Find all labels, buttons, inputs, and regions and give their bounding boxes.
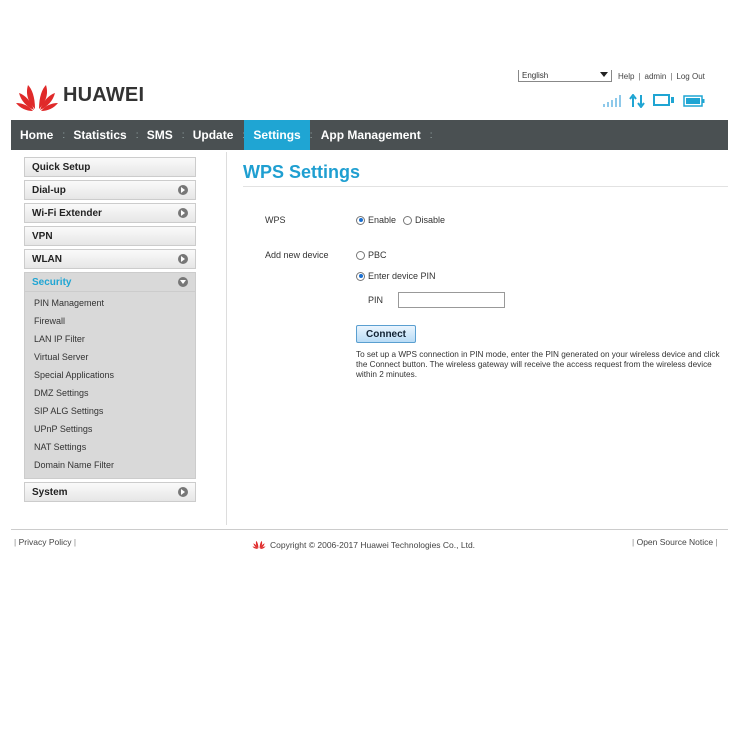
wps-disable-label: Disable [415, 215, 446, 225]
header-links: Help | admin | Log Out [618, 72, 705, 82]
sidebar-item-security[interactable]: Security [24, 272, 196, 292]
submenu-lan-ip-filter[interactable]: LAN IP Filter [25, 330, 195, 348]
nav-app-management[interactable]: App Management [312, 120, 430, 150]
submenu-nat-settings[interactable]: NAT Settings [25, 438, 195, 456]
content-divider [226, 152, 227, 525]
huawei-logo-icon [16, 85, 58, 111]
nav-settings[interactable]: Settings [244, 120, 310, 150]
nav-statistics[interactable]: Statistics [64, 120, 135, 150]
admin-link[interactable]: admin [645, 72, 667, 82]
privacy-policy: | Privacy Policy | [14, 537, 77, 547]
page-title: WPS Settings [243, 162, 361, 182]
submenu-virtual-server[interactable]: Virtual Server [25, 348, 195, 366]
sidebar-item-label: Quick Setup [32, 161, 91, 173]
brand-name: HUAWEI [63, 83, 145, 106]
privacy-policy-link[interactable]: Privacy Policy [19, 537, 72, 547]
status-icons [603, 93, 705, 110]
sidebar-item-label: WLAN [32, 253, 62, 265]
chevron-down-icon [600, 71, 608, 81]
monitor-icon [653, 94, 675, 110]
title-divider [243, 186, 728, 187]
radio-unchecked-icon [356, 250, 365, 260]
enter-pin-radio[interactable]: Enter device PIN [356, 271, 436, 281]
sidebar-item-label: VPN [32, 230, 53, 242]
nav-update[interactable]: Update [184, 120, 243, 150]
wps-help-text: To set up a WPS connection in PIN mode, … [356, 350, 720, 379]
chevron-right-icon [178, 185, 188, 195]
pin-input[interactable] [398, 292, 505, 308]
sidebar-item-quick-setup[interactable]: Quick Setup [24, 157, 196, 177]
language-value: English [522, 71, 549, 80]
wps-label: WPS [265, 215, 286, 225]
submenu-firewall[interactable]: Firewall [25, 312, 195, 330]
nav-home[interactable]: Home [11, 120, 62, 150]
battery-icon [683, 95, 705, 109]
main-nav: Home : Statistics : SMS : Update : Setti… [11, 120, 728, 150]
copyright-text: Copyright © 2006-2017 Huawei Technologie… [270, 540, 476, 550]
pbc-label: PBC [368, 250, 387, 260]
connect-button[interactable]: Connect [356, 325, 416, 343]
radio-unchecked-icon [403, 215, 412, 225]
data-transfer-icon [629, 93, 645, 110]
sidebar: Quick Setup Dial-up Wi-Fi Extender VPN W… [24, 157, 197, 505]
sidebar-item-label: Security [32, 276, 72, 288]
huawei-logo: HUAWEI [15, 78, 150, 112]
footer-divider [11, 529, 728, 530]
submenu-upnp-settings[interactable]: UPnP Settings [25, 420, 195, 438]
submenu-pin-management[interactable]: PIN Management [25, 294, 195, 312]
sidebar-item-vpn[interactable]: VPN [24, 226, 196, 246]
submenu-special-applications[interactable]: Special Applications [25, 366, 195, 384]
enter-pin-label: Enter device PIN [368, 271, 436, 281]
sidebar-item-label: Dial-up [32, 184, 66, 196]
submenu-sip-alg-settings[interactable]: SIP ALG Settings [25, 402, 195, 420]
copyright: Copyright © 2006-2017 Huawei Technologie… [252, 539, 475, 551]
submenu-domain-name-filter[interactable]: Domain Name Filter [25, 456, 195, 474]
logout-link[interactable]: Log Out [676, 72, 704, 82]
sidebar-item-system[interactable]: System [24, 482, 196, 502]
signal-icon [603, 95, 621, 109]
sidebar-item-dial-up[interactable]: Dial-up [24, 180, 196, 200]
wps-enable-label: Enable [368, 215, 397, 225]
chevron-right-icon [178, 487, 188, 497]
chevron-right-icon [178, 208, 188, 218]
pbc-radio[interactable]: PBC [356, 250, 387, 260]
sidebar-item-label: Wi-Fi Extender [32, 207, 102, 219]
submenu-dmz-settings[interactable]: DMZ Settings [25, 384, 195, 402]
huawei-small-logo-icon [252, 539, 266, 551]
sidebar-item-wlan[interactable]: WLAN [24, 249, 196, 269]
language-select[interactable]: English [518, 70, 612, 82]
add-device-label: Add new device [265, 250, 329, 260]
nav-sms[interactable]: SMS [138, 120, 182, 150]
pin-label: PIN [368, 295, 384, 305]
security-submenu: PIN Management Firewall LAN IP Filter Vi… [24, 292, 196, 479]
open-source-link[interactable]: Open Source Notice [637, 537, 714, 547]
wps-enable-radio[interactable]: Enable [356, 215, 396, 225]
chevron-right-icon [178, 254, 188, 264]
open-source-notice: | Open Source Notice | [632, 537, 718, 547]
sidebar-item-label: System [32, 486, 68, 498]
sidebar-item-wifi-extender[interactable]: Wi-Fi Extender [24, 203, 196, 223]
chevron-down-icon [178, 277, 188, 287]
radio-checked-icon [356, 271, 365, 281]
wps-disable-radio[interactable]: Disable [403, 215, 445, 225]
radio-checked-icon [356, 215, 365, 225]
help-link[interactable]: Help [618, 72, 634, 82]
